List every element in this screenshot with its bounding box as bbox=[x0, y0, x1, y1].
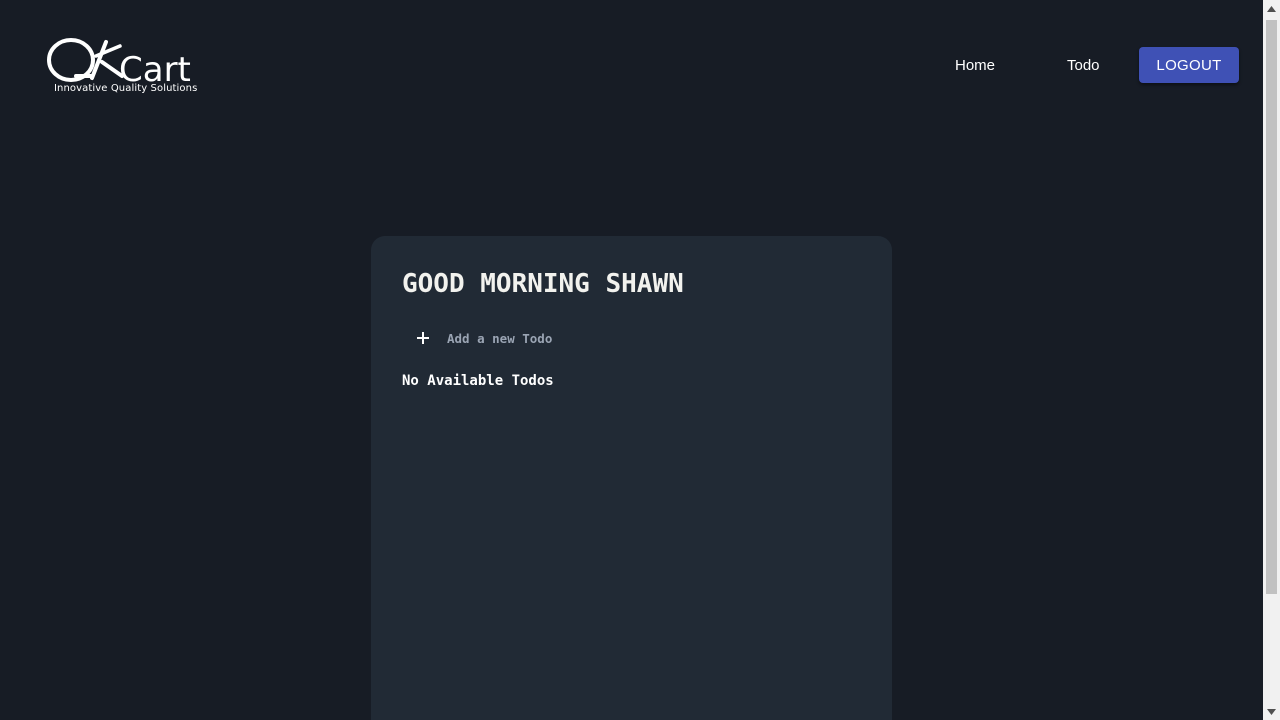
logo-tagline: Innovative Quality Solutions bbox=[54, 83, 198, 94]
todo-card: GOOD MORNING SHAWN Add a new Todo No Ava… bbox=[371, 236, 892, 720]
logout-button[interactable]: LOGOUT bbox=[1139, 47, 1239, 83]
empty-todos-message: No Available Todos bbox=[402, 373, 554, 389]
page-title: GOOD MORNING SHAWN bbox=[402, 269, 684, 299]
scrollbar-thumb[interactable] bbox=[1266, 20, 1277, 594]
plus-icon bbox=[415, 330, 431, 346]
qacart-logo[interactable]: Cart Innovative Quality Solutions bbox=[46, 36, 198, 98]
svg-text:Cart: Cart bbox=[119, 50, 191, 86]
add-todo-label: Add a new Todo bbox=[447, 330, 553, 346]
nav-todo-link[interactable]: Todo bbox=[1067, 57, 1100, 75]
scroll-down-icon[interactable] bbox=[1263, 703, 1280, 720]
vertical-scrollbar[interactable] bbox=[1263, 0, 1280, 720]
add-todo-button[interactable]: Add a new Todo bbox=[415, 328, 552, 348]
nav-home-link[interactable]: Home bbox=[955, 57, 995, 75]
scroll-up-icon[interactable] bbox=[1263, 0, 1280, 17]
logo-mark-icon: Cart bbox=[47, 38, 191, 86]
